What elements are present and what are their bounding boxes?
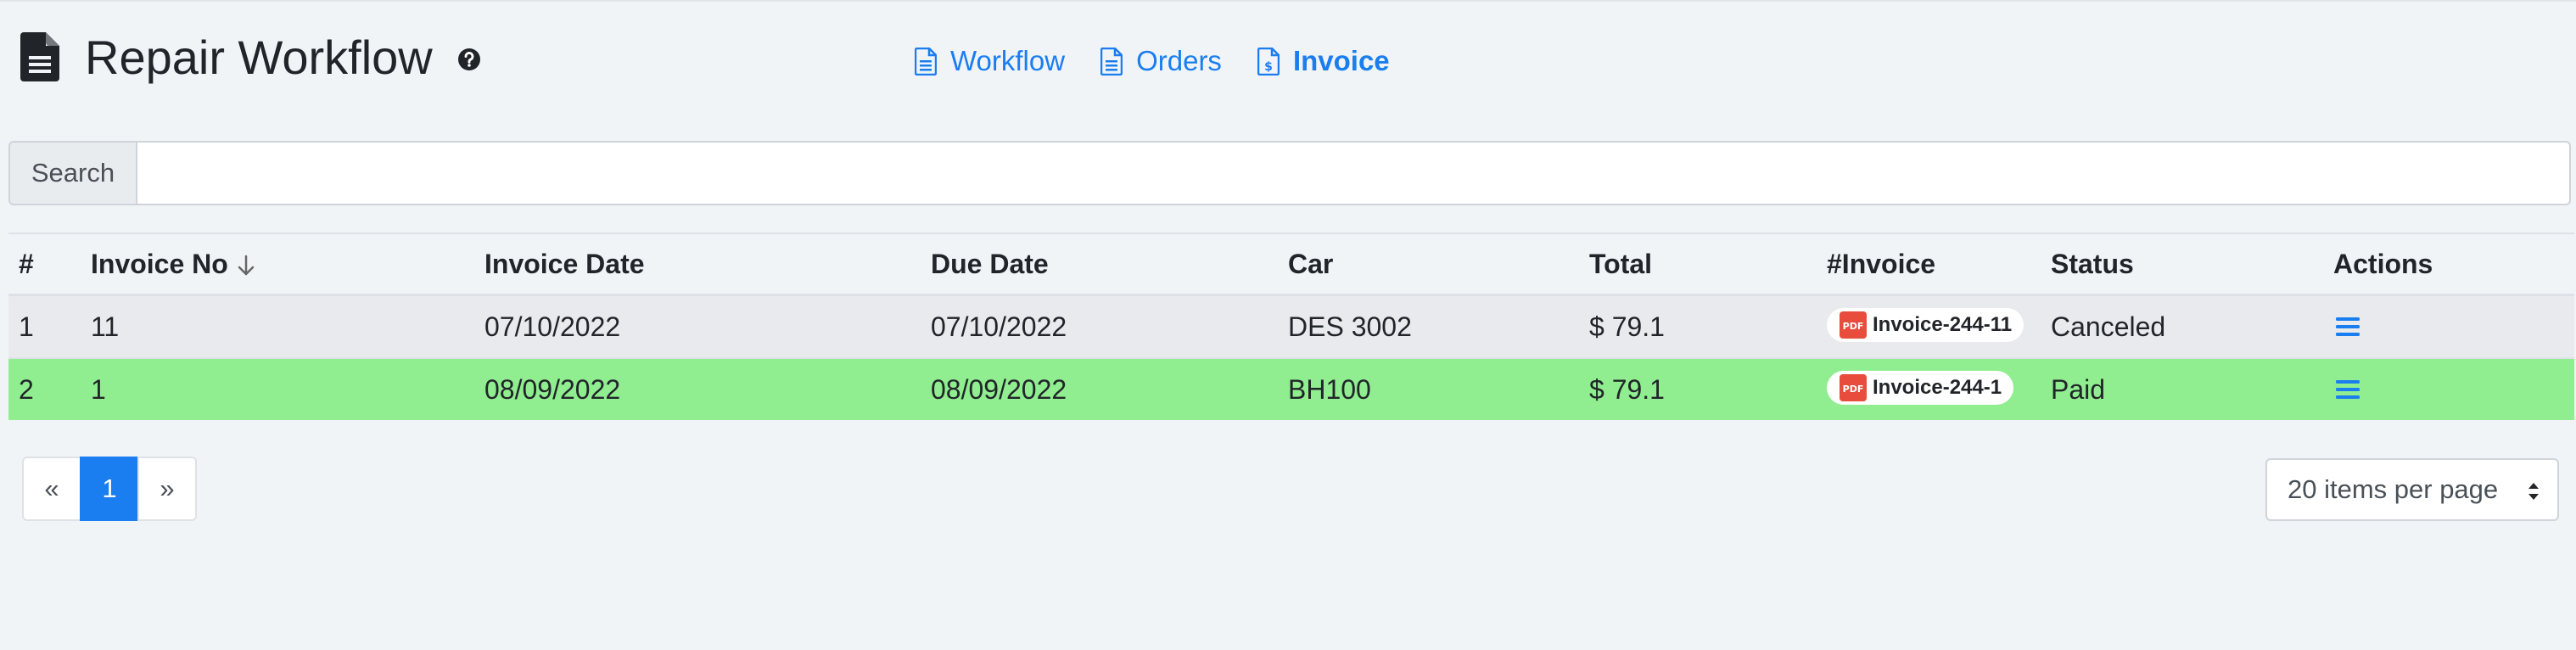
table-header-row: # Invoice No Invoice Date Due Date Car T… [8,233,2574,296]
search-input[interactable] [136,141,2571,205]
cell-invoice-no: 11 [81,294,474,358]
cell-due-date: 08/09/2022 [921,357,1278,420]
cell-actions [2323,357,2574,420]
cell-invoice: PDF Invoice-244-11 [1817,294,2041,358]
top-nav: Workflow Orders $ Invoice [915,39,1425,83]
question-circle-icon[interactable] [456,47,482,72]
header: Repair Workflow Workflow Orders $ Invoic… [0,2,2576,120]
cell-num: 2 [8,357,81,420]
cell-car: DES 3002 [1278,294,1579,358]
cell-actions [2323,294,2574,358]
cell-status: Canceled [2041,294,2323,358]
column-header-invoice-date[interactable]: Invoice Date [474,233,921,296]
pdf-icon: PDF [1840,373,1867,401]
items-per-page-select[interactable]: 20 items per page [2265,458,2559,521]
column-header-status[interactable]: Status [2041,233,2323,296]
items-per-page-value: 20 items per page [2288,474,2499,504]
column-header-invoice-no-label: Invoice No [91,248,228,279]
file-invoice-dollar-icon: $ [1257,47,1280,76]
cell-total: $ 79.1 [1579,357,1817,420]
invoice-pdf-link[interactable]: PDF Invoice-244-1 [1827,370,2014,405]
nav-workflow[interactable]: Workflow [915,44,1065,78]
invoice-table: # Invoice No Invoice Date Due Date Car T… [8,233,2574,420]
cell-status: Paid [2041,357,2323,420]
file-alt-icon [915,47,937,76]
search-bar: Search [8,141,2571,205]
svg-text:PDF: PDF [1843,384,1864,395]
column-header-invoice[interactable]: #Invoice [1817,233,2041,296]
cell-invoice-date: 07/10/2022 [474,294,921,358]
sort-caret-icon [2528,483,2539,500]
pagination-prev-button[interactable]: « [22,457,81,521]
pagination-next-button[interactable]: » [137,457,197,521]
invoice-pdf-label: Invoice-244-11 [1873,312,2013,336]
invoice-pdf-label: Invoice-244-1 [1873,375,2002,399]
bars-menu-icon[interactable] [2335,378,2360,401]
column-header-car[interactable]: Car [1278,233,1579,296]
table-row[interactable]: 1 11 07/10/2022 07/10/2022 DES 3002 $ 79… [8,294,2574,358]
cell-total: $ 79.1 [1579,294,1817,358]
pagination-page-1[interactable]: 1 [80,457,139,521]
cell-due-date: 07/10/2022 [921,294,1278,358]
invoice-pdf-link[interactable]: PDF Invoice-244-11 [1827,307,2024,342]
search-label: Search [8,141,136,205]
file-alt-icon [20,32,59,81]
column-header-invoice-no[interactable]: Invoice No [81,233,474,296]
page: Repair Workflow Workflow Orders $ Invoic… [0,0,2576,650]
table-row[interactable]: 2 1 08/09/2022 08/09/2022 BH100 $ 79.1 P… [8,357,2574,420]
svg-text:PDF: PDF [1843,321,1864,332]
nav-invoice-label: Invoice [1292,45,1390,76]
column-header-total[interactable]: Total [1579,233,1817,296]
column-header-due-date[interactable]: Due Date [921,233,1278,296]
pdf-icon: PDF [1840,311,1867,339]
cell-num: 1 [8,294,81,358]
nav-invoice[interactable]: $ Invoice [1257,44,1390,78]
cell-invoice-date: 08/09/2022 [474,357,921,420]
cell-invoice: PDF Invoice-244-1 [1817,357,2041,420]
svg-text:$: $ [1264,60,1273,74]
nav-orders[interactable]: Orders [1100,44,1222,78]
page-title: Repair Workflow [85,31,433,84]
nav-orders-label: Orders [1136,45,1222,76]
column-header-num[interactable]: # [8,233,81,296]
cell-car: BH100 [1278,357,1579,420]
arrow-down-icon [238,255,255,276]
bars-menu-icon[interactable] [2335,315,2360,339]
file-alt-icon [1100,47,1123,76]
cell-invoice-no: 1 [81,357,474,420]
column-header-actions: Actions [2323,233,2574,296]
nav-workflow-label: Workflow [950,45,1066,76]
pagination: « 1 » [22,457,197,521]
